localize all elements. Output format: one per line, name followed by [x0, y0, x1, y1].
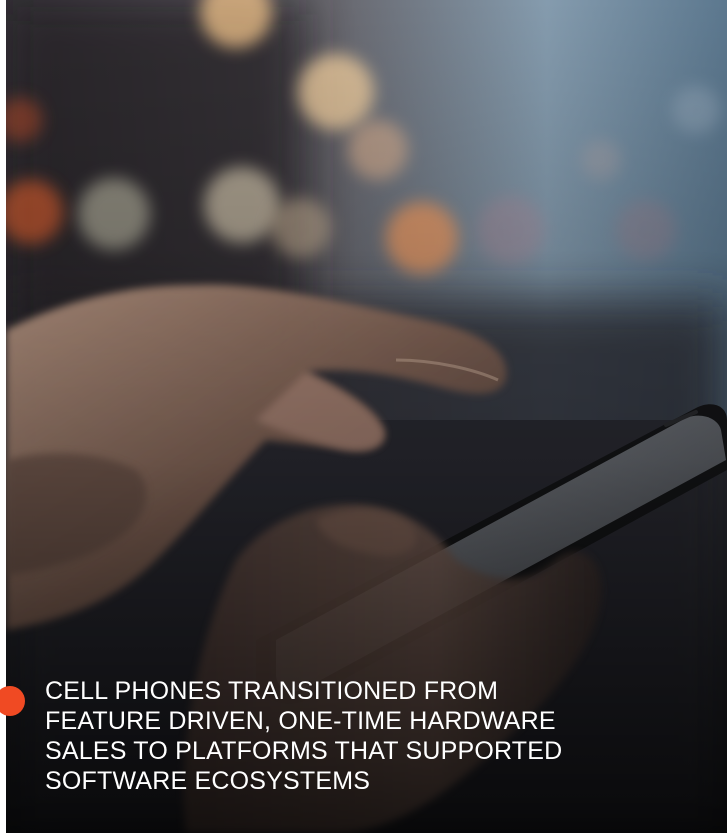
caption-line: SOFTWARE ECOSYSTEMS: [45, 767, 371, 795]
caption-line: SALES TO PLATFORMS THAT SUPPORTED: [45, 737, 563, 765]
caption-line: FEATURE DRIVEN, ONE-TIME HARDWARE: [45, 707, 556, 735]
slide: CELL PHONES TRANSITIONED FROM FEATURE DR…: [0, 0, 727, 833]
caption-text: CELL PHONES TRANSITIONED FROM FEATURE DR…: [45, 676, 695, 796]
caption-line: CELL PHONES TRANSITIONED FROM: [45, 677, 499, 705]
